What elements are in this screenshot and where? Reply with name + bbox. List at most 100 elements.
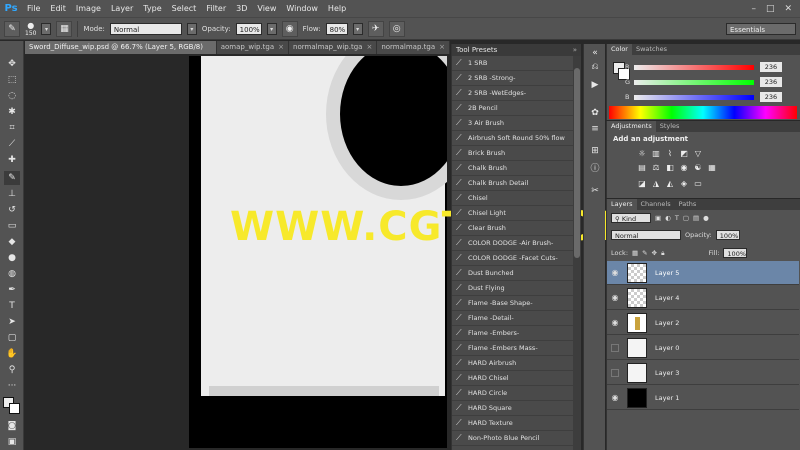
dodge-tool-icon[interactable]: ◍ [4, 267, 20, 281]
document-tab[interactable]: Sword_Diffuse_wip.psd @ 66.7% (Layer 5, … [25, 41, 217, 64]
tab-color[interactable]: Color [607, 44, 632, 55]
menu-filter[interactable]: Filter [201, 0, 231, 17]
menu-select[interactable]: Select [167, 0, 202, 17]
type-filter-icon[interactable]: T [675, 214, 679, 222]
healing-brush-tool-icon[interactable]: ✚ [4, 153, 20, 167]
properties-panel-icon[interactable]: ⊞ [587, 144, 603, 158]
hand-tool-icon[interactable]: ✋ [4, 347, 20, 361]
eye-icon[interactable]: ◉ [607, 318, 623, 327]
actions-panel-icon[interactable]: ▶ [587, 78, 603, 92]
tool-preset-item[interactable]: ⟋ HARD Circle [452, 386, 581, 401]
tool-preset-item[interactable]: ⟋ 2 SRB -Strong- [452, 71, 581, 86]
photo-filter-icon[interactable]: ◉ [679, 163, 689, 173]
quick-mask-icon[interactable]: ◙ [4, 419, 20, 433]
background-color-swatch[interactable] [9, 403, 20, 414]
tool-preset-item[interactable]: ⟋ COLOR DODGE -Air Brush- [452, 236, 581, 251]
path-selection-tool-icon[interactable]: ➤ [4, 315, 20, 329]
channel-slider[interactable] [634, 64, 754, 70]
more-tools-icon[interactable]: ··· [4, 379, 20, 393]
tool-preset-item[interactable]: ⟋ COLOR DODGE -Facet Cuts- [452, 251, 581, 266]
eye-icon[interactable]: ◉ [607, 293, 623, 302]
blend-mode-select[interactable]: Normal [611, 230, 681, 240]
tool-preset-item[interactable]: ⟋ HARD Texture [452, 416, 581, 431]
eye-icon[interactable]: ◉ [607, 393, 623, 402]
layer-row[interactable]: ◉ Layer 2 [607, 311, 799, 335]
channel-slider[interactable] [634, 94, 754, 100]
layer-row[interactable]: ◉ Layer 1 [607, 386, 799, 410]
filter-toggle-icon[interactable]: ● [703, 214, 709, 222]
airbrush-icon[interactable]: ✈ [367, 20, 384, 37]
lock-pixels-icon[interactable]: ✎ [642, 249, 647, 257]
lock-transparency-icon[interactable]: ▦ [632, 249, 638, 257]
tool-preset-item[interactable]: ⟋ Non-Photo Blue Pencil [452, 431, 581, 446]
color-lookup-icon[interactable]: ▦ [707, 163, 717, 173]
layer-fill-field[interactable]: 100% [723, 248, 748, 258]
clone-stamp-tool-icon[interactable]: ⊥ [4, 187, 20, 201]
brush-tool-icon[interactable]: ✎ [4, 171, 20, 185]
shape-tool-icon[interactable]: ▢ [4, 331, 20, 345]
eyedropper-tool-icon[interactable]: ⟋ [4, 137, 20, 151]
opacity-dropdown[interactable]: ▾ [266, 22, 277, 35]
tool-preset-item[interactable]: ⟋ Flame -Base Shape- [452, 296, 581, 311]
eraser-tool-icon[interactable]: ▭ [4, 219, 20, 233]
menu-window[interactable]: Window [281, 0, 323, 17]
pasteboard[interactable]: WWW.CGTSJ.COM [25, 54, 637, 450]
tool-preset-item[interactable]: ⟋ HARD Airbrush [452, 356, 581, 371]
tab-swatches[interactable]: Swatches [632, 44, 671, 55]
lock-all-icon[interactable]: 🔒︎ [661, 249, 664, 258]
levels-icon[interactable]: ▥ [651, 149, 661, 159]
hidden-visibility-toggle[interactable] [611, 343, 619, 352]
brightness-contrast-icon[interactable]: ☼ [637, 149, 647, 159]
tool-preset-item[interactable]: ⟋ 2B Pencil [452, 101, 581, 116]
tool-preset-item[interactable]: ⟋ Dust Bunched [452, 266, 581, 281]
black-white-icon[interactable]: ◧ [665, 163, 675, 173]
brush-tool-preset-icon[interactable]: ✎ [4, 20, 20, 37]
info-panel-icon[interactable]: ⓘ [587, 162, 603, 176]
screen-mode-icon[interactable]: ▣ [4, 435, 20, 449]
menu-view[interactable]: View [252, 0, 281, 17]
workspace-switcher[interactable]: Essentials [726, 22, 796, 35]
move-tool-icon[interactable]: ✥ [4, 57, 20, 71]
menu-edit[interactable]: Edit [45, 0, 71, 17]
menu-image[interactable]: Image [71, 0, 106, 17]
flow-dropdown[interactable]: ▾ [352, 22, 363, 35]
channel-mixer-icon[interactable]: ☯ [693, 163, 703, 173]
lock-position-icon[interactable]: ✥ [652, 249, 657, 257]
tool-preset-item[interactable]: ⟋ HARD Chisel [452, 371, 581, 386]
flow-field[interactable]: 80% [325, 22, 348, 35]
tool-preset-item[interactable]: ⟋ Chisel [452, 191, 581, 206]
brush-size-picker[interactable]: ● 150 [25, 21, 36, 37]
tab-styles[interactable]: Styles [656, 121, 684, 132]
tool-preset-item[interactable]: ⟋ Brick Brush [452, 146, 581, 161]
zoom-tool-icon[interactable]: ⚲ [4, 363, 20, 377]
channel-slider[interactable] [634, 79, 754, 85]
tab-adjustments[interactable]: Adjustments [607, 121, 656, 132]
tab-channels[interactable]: Channels [637, 199, 675, 210]
menu-layer[interactable]: Layer [106, 0, 138, 17]
adjustment-filter-icon[interactable]: ◐ [665, 214, 671, 222]
brush-panel-icon[interactable]: ≡ [587, 122, 603, 136]
magic-wand-tool-icon[interactable]: ✱ [4, 105, 20, 119]
vibrance-icon[interactable]: ▽ [693, 149, 703, 159]
tool-preset-item[interactable]: ⟋ Flame -Detail- [452, 311, 581, 326]
menu-help[interactable]: Help [323, 0, 351, 17]
blur-tool-icon[interactable]: ● [4, 251, 20, 265]
tool-preset-item[interactable]: ⟋ Airbrush Soft Round 50% flow [452, 131, 581, 146]
history-panel-icon[interactable]: ⎌ [587, 60, 603, 74]
panel-collapse-icon[interactable]: « [587, 46, 603, 60]
tab-layers[interactable]: Layers [607, 199, 637, 210]
document-canvas[interactable] [189, 56, 447, 448]
minimize-button[interactable]: – [751, 4, 756, 14]
tool-preset-item[interactable]: ⟋ 2 SRB -WetEdges- [452, 86, 581, 101]
paint-bucket-tool-icon[interactable]: ◆ [4, 235, 20, 249]
layer-row[interactable]: Layer 3 [607, 361, 799, 385]
menu-3d[interactable]: 3D [231, 0, 252, 17]
layer-row[interactable]: ◉ Layer 4 [607, 286, 799, 310]
tool-preset-item[interactable]: ⟋ Flame -Embers Mass- [452, 341, 581, 356]
pen-tool-icon[interactable]: ✒ [4, 283, 20, 297]
close-tab-icon[interactable]: × [366, 43, 372, 51]
brush-size-dropdown[interactable]: ▾ [41, 22, 52, 35]
channel-value-field[interactable]: 236 [760, 62, 782, 72]
tool-preset-item[interactable]: ⟋ 1 SRB [452, 56, 581, 71]
tool-preset-item[interactable]: ⟋ Dust Flying [452, 281, 581, 296]
